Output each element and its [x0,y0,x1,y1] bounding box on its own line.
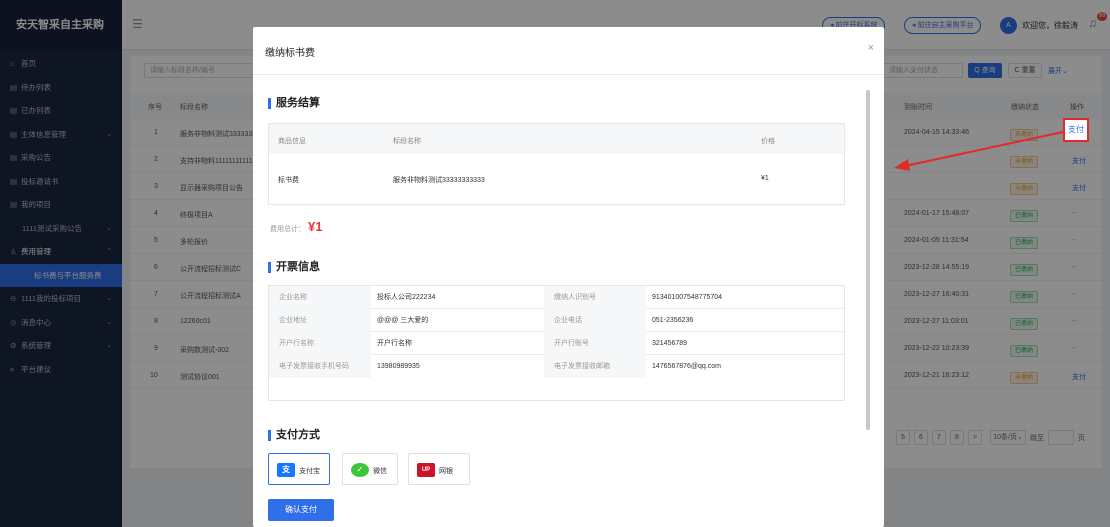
invoice-value: 321456789 [652,340,688,347]
invoice-row: 开户行名称 开户行名称 开户行账号 321456789 [269,332,844,355]
dialog-divider [253,74,884,75]
dialog-scrollbar[interactable] [866,90,870,430]
dialog-title: 缴纳标书费 [265,48,315,59]
wechat-icon: ✓ [351,463,369,477]
col-price: 价格 [761,138,775,145]
invoice-label: 开户行名称 [269,332,371,355]
invoice-value: 1476567876@qq.com [652,363,721,370]
invoice-label: 企业名称 [269,286,371,309]
col-name: 标段名称 [393,138,421,145]
payment-option-alipay[interactable]: 支 支付宝 [268,453,330,485]
close-icon[interactable]: × [868,42,874,54]
cell-item: 标书费 [278,177,299,184]
alipay-icon: 支 [277,463,295,477]
invoice-section-title: 开票信息 [268,262,320,273]
service-table-row: 标书费 服务非物料测试33333333333 ¥1 [269,154,844,204]
confirm-pay-button[interactable]: 确认支付 [268,499,334,521]
invoice-row: 电子发票接收手机号码 13980989935 电子发票接收邮箱 1476567876@… [269,355,844,378]
payment-label: 支付宝 [299,468,320,475]
total-value: ¥1 [308,219,323,234]
total-cost: 费用总计： ¥1 [270,219,322,234]
payment-label: 微信 [373,468,387,475]
invoice-label: 电子发票接收邮箱 [544,355,646,378]
payment-option-unionpay[interactable]: UP 网银 [408,453,470,485]
cell-name: 服务非物料测试33333333333 [393,177,485,184]
invoice-row: 企业名称 投标人公司222234 缴纳人识别号 913401007548775704 [269,286,844,309]
invoice-label: 开户行账号 [544,332,646,355]
service-section-title: 服务结算 [268,98,320,109]
unionpay-icon: UP [417,463,435,477]
payment-option-wechat[interactable]: ✓ 微信 [342,453,398,485]
invoice-value: @@@ 三大爱的 [377,317,429,324]
payment-label: 网银 [439,468,453,475]
pay-bid-fee-dialog: 缴纳标书费 × 服务结算 商品信息 标段名称 价格 标书费 服务非物料测试333… [253,27,884,527]
cell-price: ¥1 [761,175,769,182]
invoice-value: 投标人公司222234 [377,294,436,301]
service-table: 商品信息 标段名称 价格 标书费 服务非物料测试33333333333 ¥1 [268,123,845,205]
invoice-value: 13980989935 [377,363,420,370]
invoice-value: 913401007548775704 [652,294,723,301]
service-table-header: 商品信息 标段名称 价格 [269,124,844,154]
payment-section-title: 支付方式 [268,430,320,441]
invoice-value: 开户行名称 [377,340,412,347]
invoice-row: 企业地址 @@@ 三大爱的 企业电话 051-2356236 [269,309,844,332]
total-label: 费用总计： [270,226,305,233]
invoice-value: 051-2356236 [652,317,694,324]
col-item: 商品信息 [278,138,306,145]
invoice-label: 电子发票接收手机号码 [269,355,371,378]
invoice-table: 企业名称 投标人公司222234 缴纳人识别号 913401007548775704 … [268,285,845,401]
invoice-label: 企业电话 [544,309,646,332]
invoice-label: 企业地址 [269,309,371,332]
invoice-label: 缴纳人识别号 [544,286,646,309]
